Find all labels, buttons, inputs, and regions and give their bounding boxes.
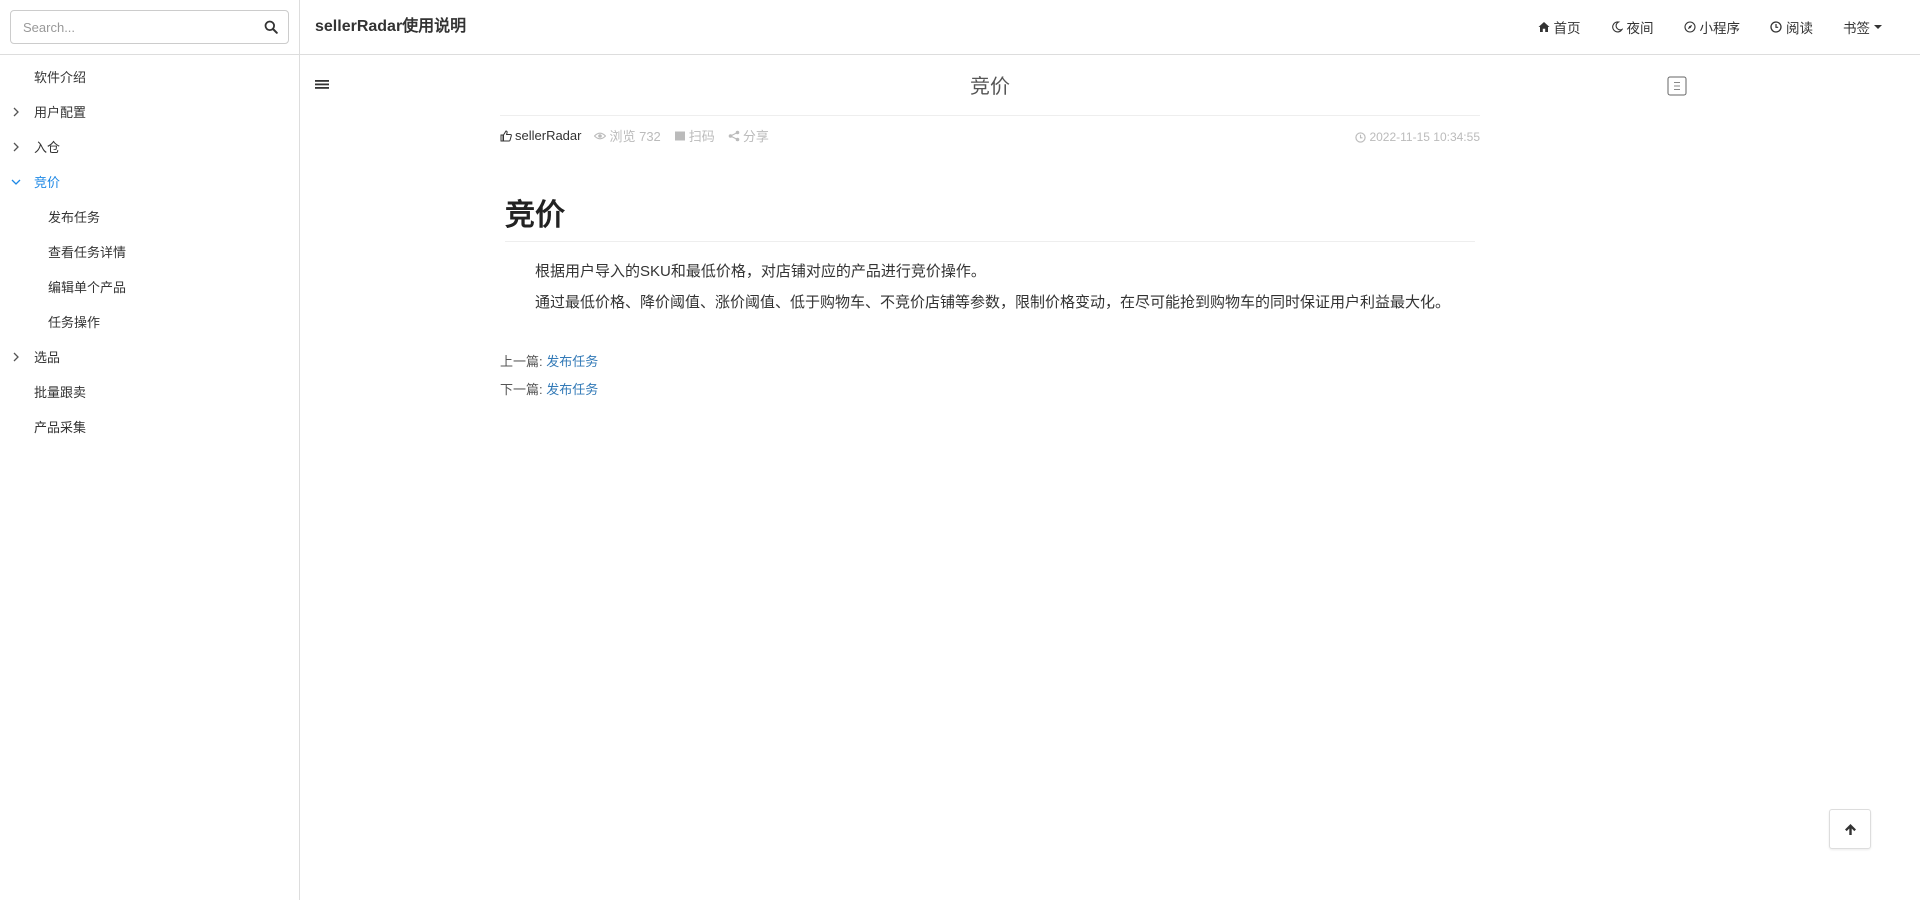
author: sellerRadar (500, 128, 581, 143)
sidebar-item-label: 批量跟卖 (34, 385, 87, 400)
sidebar-item-user-config[interactable]: 用户配置 (0, 95, 300, 130)
article-heading: 竞价 (505, 196, 1475, 242)
sidebar-item-label: 软件介绍 (34, 70, 87, 85)
sidebar-item-label: 编辑单个产品 (48, 280, 127, 295)
top-header: sellerRadar使用说明 首页 夜间 小程序 阅读 书签 (300, 0, 1920, 55)
caret-down-icon (1874, 25, 1882, 29)
scan-label: 扫码 (688, 129, 715, 144)
clock-icon (1355, 131, 1367, 143)
sidebar-item-label: 任务操作 (48, 315, 101, 330)
sidebar-item-task-operation[interactable]: 任务操作 (0, 305, 300, 340)
publish-time: 2022-11-15 10:34:55 (1355, 130, 1480, 144)
nav-bookmark-dropdown[interactable]: 书签 (1828, 0, 1920, 54)
nav-home-label: 首页 (1553, 21, 1581, 36)
chevron-right-icon[interactable] (11, 352, 21, 362)
nav-miniapp-label: 小程序 (1699, 21, 1741, 36)
sidebar-item-publish-task[interactable]: 发布任务 (0, 200, 300, 235)
search-icon[interactable] (264, 20, 278, 34)
sidebar-item-label: 用户配置 (34, 105, 87, 120)
next-article-link[interactable]: 发布任务 (546, 382, 598, 397)
sidebar-item-label: 查看任务详情 (48, 245, 127, 260)
next-label: 下一篇: (500, 382, 543, 397)
sidebar-nav: 软件介绍 用户配置 入仓 竞价 发布任务 查看任务详情 编辑单个产品 任务操作 … (0, 60, 300, 445)
article-pager: 上一篇: 发布任务 下一篇: 发布任务 (500, 348, 1480, 404)
chevron-right-icon[interactable] (11, 107, 21, 117)
sidebar-item-selection[interactable]: 选品 (0, 340, 300, 375)
article-paragraph: 通过最低价格、降价阈值、涨价阈值、低于购物车、不竞价店铺等参数，限制价格变动，在… (535, 294, 1451, 311)
search-input[interactable] (11, 11, 288, 43)
nav-miniapp-link[interactable]: 小程序 (1669, 0, 1756, 54)
sidebar-divider (0, 54, 300, 55)
clock-icon (1770, 21, 1782, 33)
article: sellerRadar 浏览 732 扫码 分享 2022-11-15 10:3… (500, 115, 1480, 404)
sidebar-item-product-collect[interactable]: 产品采集 (0, 410, 300, 445)
scan-link[interactable]: 扫码 (674, 126, 715, 145)
toc-icon[interactable] (1667, 76, 1687, 96)
search-box[interactable] (10, 10, 289, 44)
page-title: 竞价 (970, 76, 1010, 98)
brand-title[interactable]: sellerRadar使用说明 (315, 0, 466, 54)
sidebar-item-bulk-follow[interactable]: 批量跟卖 (0, 375, 300, 410)
nav-reading-label: 阅读 (1786, 21, 1813, 36)
prev-article: 上一篇: 发布任务 (500, 348, 1480, 376)
sidebar-item-label: 选品 (34, 350, 61, 365)
thumbs-up-icon (500, 129, 512, 141)
nav-night-label: 夜间 (1626, 21, 1654, 36)
author-name: sellerRadar (515, 128, 582, 143)
sidebar-item-label: 产品采集 (34, 420, 87, 435)
prev-article-link[interactable]: 发布任务 (546, 354, 598, 369)
home-icon (1538, 22, 1549, 32)
chevron-right-icon[interactable] (11, 142, 21, 152)
article-paragraph: 根据用户导入的SKU和最低价格，对店铺对应的产品进行竞价操作。 (535, 263, 986, 280)
sidebar-item-label: 入仓 (34, 140, 61, 155)
sidebar-item-warehouse[interactable]: 入仓 (0, 130, 300, 165)
share-label: 分享 (742, 129, 769, 144)
sidebar-item-label: 发布任务 (48, 210, 101, 225)
compass-icon (1683, 21, 1696, 33)
menu-toggle-icon[interactable] (315, 78, 329, 92)
top-nav: 首页 夜间 小程序 阅读 书签 (1523, 0, 1920, 54)
sidebar-item-edit-product[interactable]: 编辑单个产品 (0, 270, 300, 305)
back-to-top-button[interactable] (1829, 809, 1871, 849)
publish-time-label: 2022-11-15 10:34:55 (1369, 130, 1480, 144)
nav-reading-link[interactable]: 阅读 (1755, 0, 1828, 54)
eye-icon (594, 132, 607, 139)
chevron-down-icon[interactable] (11, 177, 21, 187)
sidebar-item-label: 竞价 (34, 175, 61, 190)
arrow-up-icon (1844, 823, 1856, 835)
share-link[interactable]: 分享 (728, 126, 769, 145)
nav-home-link[interactable]: 首页 (1523, 0, 1596, 54)
sidebar-item-intro[interactable]: 软件介绍 (0, 60, 300, 95)
view-count: 浏览 732 (594, 126, 661, 145)
qrcode-icon (674, 131, 685, 140)
share-icon (728, 130, 740, 141)
moon-icon (1611, 21, 1623, 33)
nav-night-link[interactable]: 夜间 (1596, 0, 1669, 54)
sidebar: 软件介绍 用户配置 入仓 竞价 发布任务 查看任务详情 编辑单个产品 任务操作 … (0, 0, 300, 900)
next-article: 下一篇: 发布任务 (500, 376, 1480, 404)
nav-bookmark-label: 书签 (1843, 21, 1870, 36)
article-meta: sellerRadar 浏览 732 扫码 分享 2022-11-15 10:3… (500, 116, 1480, 156)
view-count-label: 浏览 732 (609, 129, 661, 144)
article-body: 竞价 根据用户导入的SKU和最低价格，对店铺对应的产品进行竞价操作。 通过最低价… (500, 196, 1480, 318)
sidebar-item-bidding[interactable]: 竞价 (0, 165, 300, 200)
sidebar-item-task-detail[interactable]: 查看任务详情 (0, 235, 300, 270)
prev-label: 上一篇: (500, 354, 543, 369)
